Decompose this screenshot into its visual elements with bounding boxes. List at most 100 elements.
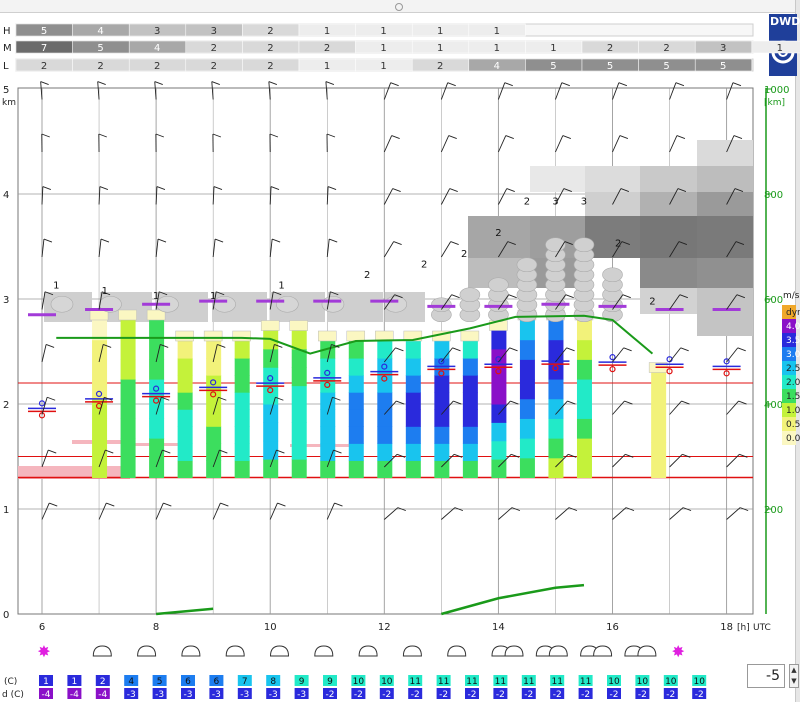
cloud-cover-block bbox=[585, 166, 640, 192]
dewpoint-value: -2 bbox=[524, 690, 533, 700]
thermal-segment bbox=[120, 418, 136, 439]
cloud-cover-block bbox=[640, 192, 697, 216]
cloud-layer-label: 3 bbox=[581, 197, 587, 208]
wind-barb-feather bbox=[390, 82, 399, 87]
layer-cell-value: 1 bbox=[777, 43, 783, 54]
cloud-icon bbox=[314, 645, 334, 657]
layer-cell-value: 5 bbox=[720, 61, 726, 72]
thermal-segment bbox=[234, 426, 250, 444]
cloud-cover-block bbox=[530, 166, 585, 192]
layer-cell-value: 5 bbox=[41, 26, 47, 37]
thermal-top-cap bbox=[460, 330, 480, 342]
thermal-segment bbox=[177, 426, 193, 444]
layer-cell-value: 3 bbox=[211, 26, 217, 37]
thermal-segment bbox=[320, 460, 336, 478]
cloud-icon bbox=[181, 645, 201, 657]
right-axis-unit: [km] bbox=[764, 98, 785, 108]
layer-cell-value: 2 bbox=[267, 26, 273, 37]
layer-cell-value: 7 bbox=[41, 43, 47, 54]
thermal-segment bbox=[206, 426, 222, 444]
thermal-segment bbox=[291, 385, 307, 405]
layer-cell-value: 2 bbox=[211, 61, 217, 72]
layer-cell-value: 1 bbox=[380, 61, 386, 72]
left-axis-tick: 0 bbox=[3, 610, 9, 621]
thermal-segment bbox=[149, 418, 165, 439]
thermal-segment bbox=[291, 404, 307, 423]
stepper-buttons[interactable]: ▲ ▼ bbox=[789, 664, 799, 688]
temperature-value: 11 bbox=[438, 677, 449, 687]
layer-cell-value: 2 bbox=[267, 61, 273, 72]
thermal-segment bbox=[548, 379, 564, 400]
cloud-icon bbox=[92, 645, 112, 657]
dewpoint-value: -2 bbox=[326, 690, 335, 700]
temperature-value: 11 bbox=[580, 677, 591, 687]
thermal-segment bbox=[263, 422, 279, 442]
thermal-segment bbox=[462, 358, 478, 376]
wind-barb-feather bbox=[97, 81, 106, 85]
thermal-segment bbox=[263, 385, 279, 405]
layer-cell-value: 1 bbox=[550, 43, 556, 54]
temperature-value: 9 bbox=[327, 677, 333, 687]
right-axis-tick: 200 bbox=[764, 505, 783, 516]
thermal-segment bbox=[576, 438, 592, 459]
temperature-value: 1 bbox=[43, 677, 49, 687]
temperature-value: 8 bbox=[270, 677, 276, 687]
dewpoint-value: -2 bbox=[695, 690, 704, 700]
thermal-segment bbox=[519, 457, 535, 478]
right-axis-tick: 1000 bbox=[764, 85, 789, 96]
thermal-segment bbox=[434, 392, 450, 410]
offset-stepper-input[interactable]: -5 bbox=[747, 664, 785, 688]
thermal-top-cap bbox=[203, 330, 223, 342]
temperature-value: 11 bbox=[466, 677, 477, 687]
layer-cell-value: 2 bbox=[154, 61, 160, 72]
wind-barb-feather bbox=[504, 82, 513, 87]
dewpoint-value: -2 bbox=[354, 690, 363, 700]
layer-cell-value: 5 bbox=[550, 61, 556, 72]
thermal-segment bbox=[491, 330, 507, 350]
x-axis-tick: 18 bbox=[720, 622, 733, 633]
right-axis-tick: 800 bbox=[764, 190, 783, 201]
thermal-segment bbox=[377, 409, 393, 427]
thermal-segment bbox=[491, 367, 507, 387]
temperature-value: 7 bbox=[242, 677, 248, 687]
stepper-up-icon[interactable]: ▲ bbox=[790, 665, 798, 676]
left-axis-tick: 4 bbox=[3, 190, 9, 201]
thermal-segment bbox=[92, 339, 108, 360]
legend-label: 3.0 bbox=[786, 350, 800, 360]
cloud-icon bbox=[225, 645, 245, 657]
temperature-value: 11 bbox=[495, 677, 506, 687]
cloud-layer-label: 1 bbox=[53, 281, 59, 292]
cloud-layer-label: 2 bbox=[364, 270, 370, 281]
legend-label: 0.5 bbox=[786, 420, 800, 430]
legend-title: m/s bbox=[783, 291, 800, 301]
thermal-segment bbox=[291, 440, 307, 460]
thermal-segment bbox=[234, 375, 250, 393]
thermal-segment bbox=[651, 442, 667, 478]
thermal-segment bbox=[120, 438, 136, 459]
wind-barb-feather bbox=[618, 82, 628, 87]
thermal-top-cap bbox=[260, 320, 280, 331]
thermal-segment bbox=[462, 392, 478, 410]
stepper-down-icon[interactable]: ▼ bbox=[790, 676, 798, 687]
x-axis-tick: 12 bbox=[378, 622, 391, 633]
left-axis-tick: 5 bbox=[3, 85, 9, 96]
thermal-segment bbox=[462, 341, 478, 359]
thermal-segment bbox=[576, 398, 592, 419]
thermal-segment bbox=[377, 426, 393, 444]
dewpoint-value: -2 bbox=[439, 690, 448, 700]
dewpoint-value: -4 bbox=[98, 690, 107, 700]
layer-label-L: L bbox=[3, 61, 9, 72]
layer-label-H: H bbox=[3, 26, 11, 37]
thermal-segment bbox=[177, 460, 193, 478]
temperature-value: 10 bbox=[665, 677, 677, 687]
layer-cell-value: 4 bbox=[97, 26, 103, 37]
thermal-segment bbox=[405, 443, 421, 461]
temperature-value: 6 bbox=[214, 677, 220, 687]
cloud-layer-label: 2 bbox=[461, 249, 467, 260]
dewpoint-value: -3 bbox=[297, 690, 306, 700]
thermal-segment bbox=[377, 443, 393, 461]
thermal-segment bbox=[263, 459, 279, 478]
temperature-value: 2 bbox=[100, 677, 106, 687]
thermal-segment bbox=[434, 341, 450, 359]
thermal-segment bbox=[120, 379, 136, 400]
